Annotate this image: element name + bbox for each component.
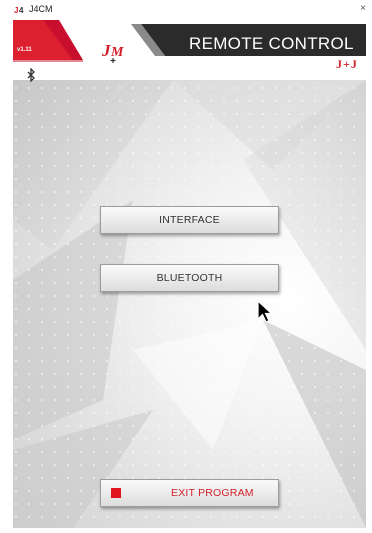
stop-icon (111, 488, 121, 498)
interface-button[interactable]: INTERFACE (100, 206, 279, 234)
exit-program-label: EXIT PROGRAM (171, 487, 254, 499)
interface-button-label: INTERFACE (159, 214, 220, 226)
window-title: J4CM (29, 4, 53, 14)
page-title: REMOTE CONTROL (189, 34, 354, 53)
version-label: v1.11 (17, 47, 32, 53)
exit-program-button[interactable]: EXIT PROGRAM (100, 479, 279, 507)
app-window: J 4 J4CM × v1.11 J M REMOTE CONTROL J+J … (0, 0, 372, 533)
mouse-cursor-icon (257, 300, 273, 323)
jm-logo: J M (101, 41, 124, 63)
svg-text:M: M (110, 45, 124, 60)
jm-logo-icon: J 4 (14, 5, 26, 15)
svg-text:J: J (14, 6, 18, 15)
svg-text:J: J (101, 41, 111, 60)
bluetooth-button-label: BLUETOOTH (156, 272, 223, 284)
title-bar[interactable]: J 4 J4CM × (0, 0, 372, 20)
bluetooth-icon (27, 68, 35, 82)
svg-text:4: 4 (19, 6, 24, 15)
bluetooth-button[interactable]: BLUETOOTH (100, 264, 279, 292)
main-panel: v1.11 J M REMOTE CONTROL J+J INTERFACE B… (13, 20, 366, 528)
close-button[interactable]: × (358, 3, 368, 15)
brand-logo: J+J (336, 57, 358, 71)
